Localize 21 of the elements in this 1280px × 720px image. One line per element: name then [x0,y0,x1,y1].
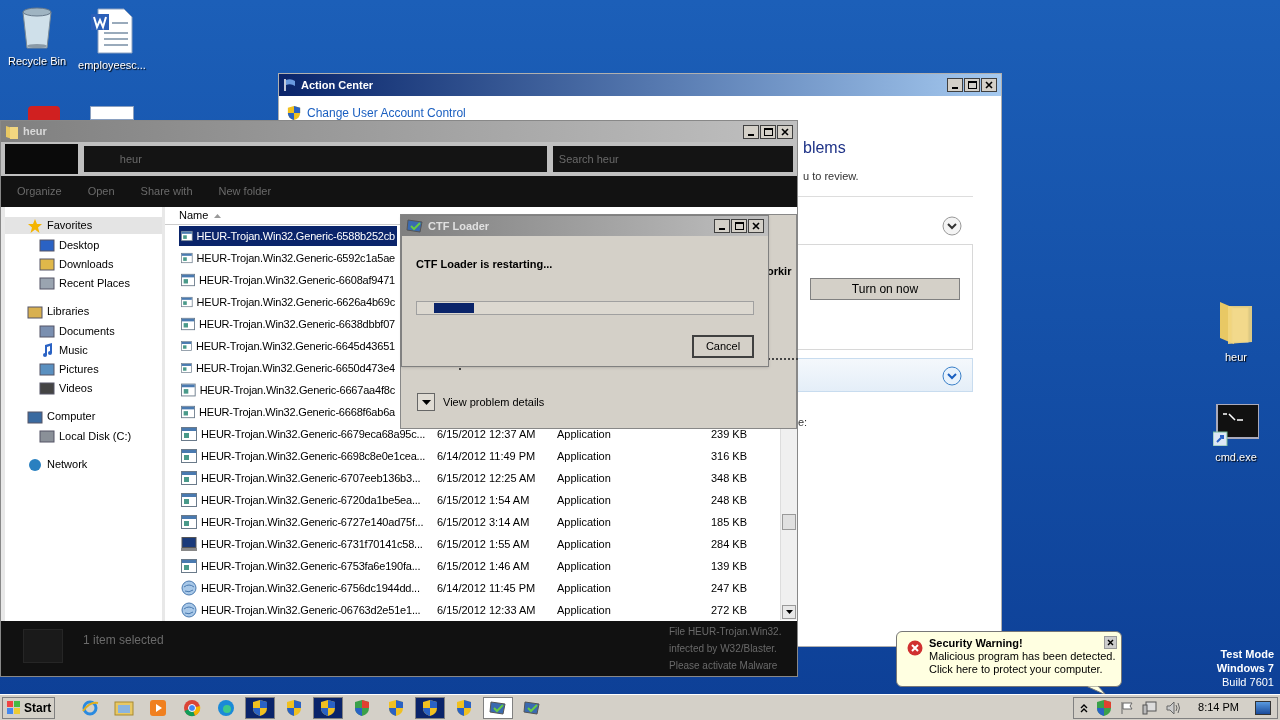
window-title: CTF Loader [428,218,490,234]
os-notice-text: Build 7601 [1222,675,1274,689]
icon-label: Recycle Bin [7,54,67,69]
section-subtitle: u to review. [803,169,859,184]
details-text: infected by W32/Blaster. [669,642,778,656]
window-title: heur [23,124,47,140]
window-title: Action Center [301,77,374,93]
balloon-text: Click here to protect your computer. [929,663,1104,676]
icon-label: employeesc... [78,58,146,73]
balloon-text: Malicious program has been detected. [929,650,1116,663]
details-text: Please activate Malware [669,659,779,673]
os-notice-text: Test Mode [1220,647,1274,661]
details-text: File HEUR-Trojan.Win32. [669,625,782,639]
os-notice-text: Windows 7 [1216,661,1274,675]
status-text: 1 item selected [83,632,164,646]
balloon-title: Security Warning! [929,637,1023,650]
icon-label: cmd.exe [1215,450,1257,465]
icon-label: heur [1225,350,1247,365]
dialog-message: CTF Loader is restarting... [416,257,554,272]
section-heading: blems [803,138,846,158]
section-text: e: [798,415,808,430]
